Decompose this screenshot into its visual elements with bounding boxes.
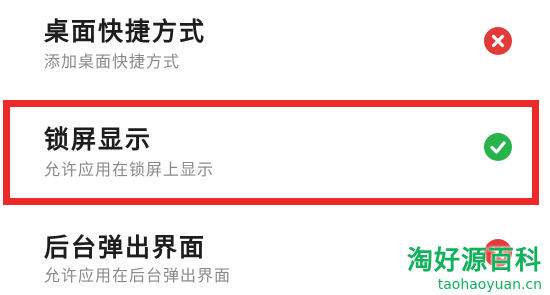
watermark: 淘好源百科 taohaoyuan.cn [407, 240, 542, 293]
highlight-frame [3, 100, 539, 205]
watermark-url: taohaoyuan.cn [437, 277, 542, 293]
permission-subtitle: 添加桌面快捷方式 [44, 52, 181, 71]
permission-row-desktop-shortcut[interactable]: 桌面快捷方式 添加桌面快捷方式 [0, 0, 550, 95]
permission-toggle-denied[interactable] [484, 27, 512, 55]
close-icon [491, 34, 505, 48]
watermark-title: 淘好源百科 [406, 246, 542, 276]
permission-title: 后台弹出界面 [44, 233, 207, 262]
permission-title: 桌面快捷方式 [44, 17, 207, 46]
permission-subtitle: 允许应用在后台弹出界面 [44, 266, 232, 285]
